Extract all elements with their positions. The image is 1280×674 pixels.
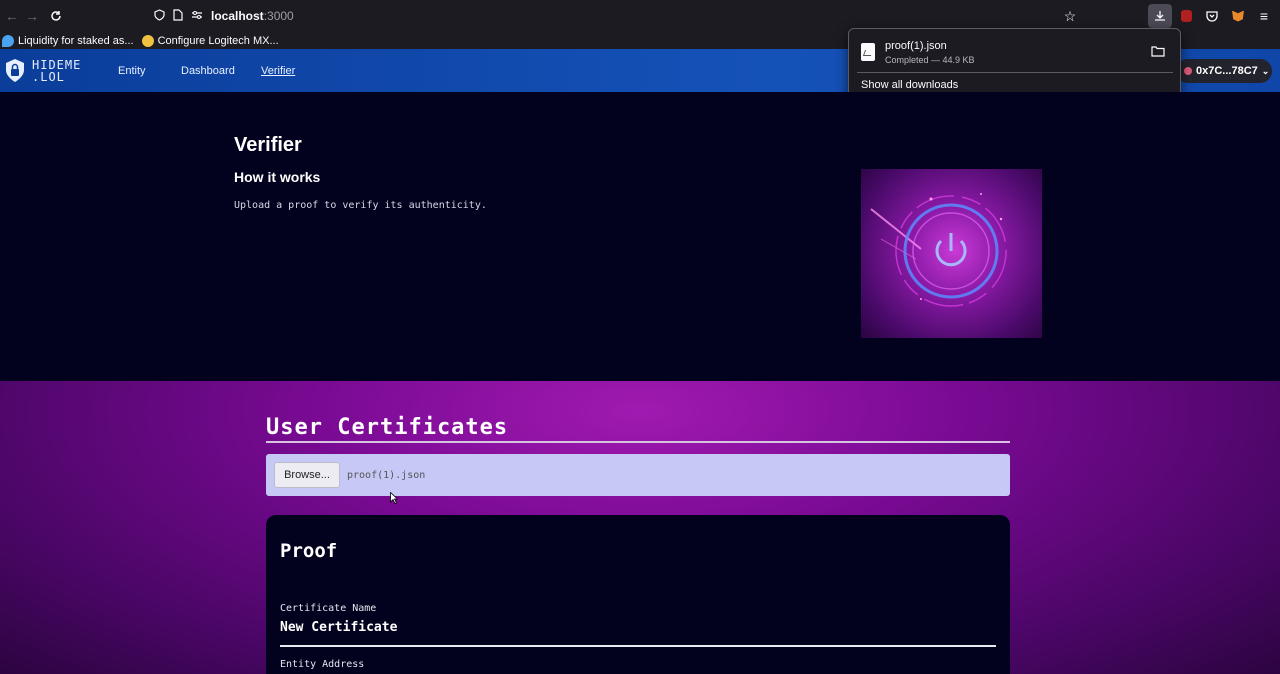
section-subtitle: How it works — [234, 169, 321, 185]
metamask-icon[interactable] — [1226, 4, 1250, 28]
certificates-title: User Certificates — [266, 415, 509, 440]
proof-title: Proof — [280, 540, 338, 562]
logo-text: HIDEME .LOL — [32, 57, 82, 84]
shield-icon — [154, 8, 165, 24]
divider — [266, 441, 1010, 443]
entity-address-label: Entity Address — [280, 659, 365, 670]
proof-card: Proof Certificate Name New Certificate E… — [266, 515, 1010, 674]
url-bar[interactable]: localhost:3000 — [146, 4, 1086, 28]
download-icon[interactable] — [1148, 4, 1172, 28]
url-text: localhost:3000 — [211, 9, 294, 23]
forward-icon[interactable]: → — [20, 4, 44, 28]
section-description: Upload a proof to verify its authenticit… — [234, 200, 487, 211]
certificate-name-label: Certificate Name — [280, 603, 377, 614]
nav-link-dashboard[interactable]: Dashboard — [181, 65, 235, 77]
chevron-down-icon: ⌄ — [1261, 65, 1270, 76]
certificates-section: User Certificates Browse... proof(1).jso… — [0, 381, 1280, 674]
selected-file-name: proof(1).json — [347, 469, 426, 481]
permissions-icon[interactable] — [191, 9, 203, 23]
page-title: Verifier — [234, 134, 302, 156]
wallet-avatar — [1184, 67, 1192, 75]
download-status: Completed — 44.9 KB — [885, 54, 975, 65]
certificate-name-value: New Certificate — [280, 620, 398, 635]
bookmark-star-icon[interactable]: ☆ — [1058, 4, 1082, 28]
reload-icon[interactable] — [44, 4, 68, 28]
menu-icon[interactable]: ≡ — [1252, 4, 1276, 28]
divider — [280, 645, 996, 647]
logitech-icon — [141, 34, 154, 47]
download-file-name: proof(1).json — [885, 39, 947, 52]
proof-file-input[interactable]: Browse... proof(1).json — [266, 454, 1010, 496]
divider — [857, 72, 1173, 73]
nav-link-entity[interactable]: Entity — [118, 65, 146, 77]
bookmark-item[interactable]: Configure Logitech MX... — [141, 34, 279, 47]
browse-button[interactable]: Browse... — [274, 462, 340, 488]
ublock-extension-icon[interactable] — [1174, 4, 1198, 28]
wallet-button[interactable]: 0x7C...78C7 ⌄ — [1176, 59, 1272, 83]
shield-lock-icon — [6, 58, 24, 82]
downloads-panel: proof(1).json Completed — 44.9 KB Show a… — [848, 28, 1181, 102]
file-icon — [861, 43, 875, 61]
show-all-downloads-link[interactable]: Show all downloads — [861, 79, 958, 91]
pocket-icon[interactable] — [1200, 4, 1224, 28]
logo[interactable]: HIDEME .LOL — [4, 58, 81, 84]
nav-link-verifier[interactable]: Verifier — [261, 65, 295, 77]
page-icon — [173, 8, 183, 24]
verifier-section: Verifier How it works Upload a proof to … — [0, 92, 1280, 381]
bookmark-item[interactable]: Liquidity for staked as... — [2, 34, 134, 47]
folder-icon[interactable] — [1151, 45, 1165, 57]
power-button-illustration — [861, 169, 1042, 338]
droplet-icon — [2, 34, 14, 47]
mouse-cursor-icon — [390, 492, 398, 504]
download-item[interactable]: proof(1).json Completed — 44.9 KB — [857, 35, 1173, 69]
